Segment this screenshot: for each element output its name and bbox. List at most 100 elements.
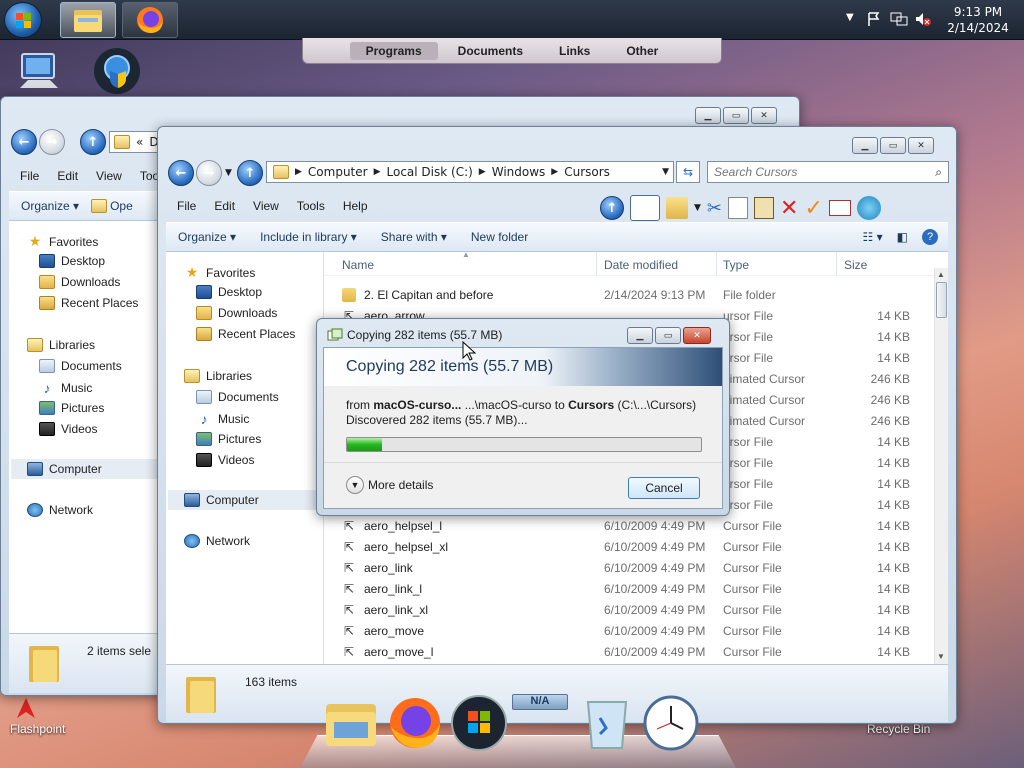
deskbar-other[interactable]: Other bbox=[610, 42, 674, 60]
taskbar-firefox-button[interactable] bbox=[122, 2, 178, 38]
nav-desktop[interactable]: Desktop bbox=[196, 285, 262, 299]
menu-file[interactable]: File bbox=[168, 199, 205, 213]
back-nav-recent[interactable]: Recent Places bbox=[39, 296, 138, 310]
menu-edit[interactable]: Edit bbox=[205, 199, 244, 213]
start-button[interactable] bbox=[4, 2, 42, 38]
cancel-button[interactable]: Cancel bbox=[628, 477, 700, 499]
dock-recycle-bin-icon[interactable] bbox=[578, 694, 636, 752]
menu-help[interactable]: Help bbox=[334, 199, 377, 213]
scrollbar-thumb[interactable] bbox=[936, 282, 947, 318]
minimize-button[interactable]: ▁ bbox=[852, 137, 878, 154]
back-maximize-button[interactable]: ▭ bbox=[723, 107, 749, 124]
breadcrumb-computer[interactable]: Computer bbox=[308, 165, 368, 179]
dock-windows-icon[interactable] bbox=[450, 694, 508, 752]
deskbar-programs[interactable]: Programs bbox=[349, 41, 438, 60]
address-bar[interactable]: ▶ Computer ▶ Local Disk (C:) ▶ Windows ▶… bbox=[266, 161, 674, 183]
back-nav-music[interactable]: ♪ Music bbox=[39, 380, 93, 396]
paste-icon[interactable] bbox=[754, 197, 775, 219]
refresh-button[interactable]: ⇆ bbox=[676, 161, 700, 183]
action-center-flag-icon[interactable] bbox=[866, 11, 882, 27]
back-back-button[interactable]: ← bbox=[11, 129, 37, 155]
folder-options-dropdown-icon[interactable]: ▼ bbox=[694, 203, 701, 213]
close-button[interactable]: ✕ bbox=[908, 137, 934, 154]
back-nav-documents[interactable]: Documents bbox=[39, 359, 122, 373]
security-shield-desktop-icon[interactable] bbox=[92, 46, 142, 96]
dock-clock-icon[interactable] bbox=[642, 694, 700, 752]
table-row[interactable]: ⇱ aero_move 6/10/2009 4:49 PM Cursor File 14… bbox=[324, 620, 914, 641]
menu-view[interactable]: View bbox=[244, 199, 288, 213]
to-folder-link[interactable]: Cursors bbox=[568, 398, 614, 412]
up-arrow-toolbar-icon[interactable]: ↑ bbox=[600, 196, 624, 220]
back-nav-libraries[interactable]: Libraries bbox=[27, 338, 95, 352]
nav-downloads[interactable]: Downloads bbox=[196, 306, 277, 320]
taskbar-explorer-button[interactable] bbox=[60, 2, 116, 38]
dialog-minimize-button[interactable]: ▁ bbox=[627, 327, 653, 344]
nav-libraries[interactable]: Libraries bbox=[184, 369, 252, 383]
back-close-button[interactable]: ✕ bbox=[751, 107, 777, 124]
nav-documents[interactable]: Documents bbox=[196, 390, 279, 404]
table-row[interactable]: ⇱ aero_move_l 6/10/2009 4:49 PM Cursor File… bbox=[324, 641, 914, 662]
maximize-button[interactable]: ▭ bbox=[880, 137, 906, 154]
back-open-button[interactable]: Ope bbox=[110, 199, 133, 213]
dock-firefox-icon[interactable] bbox=[386, 694, 444, 752]
organize-button[interactable]: Organize ▾ bbox=[166, 230, 248, 244]
volume-muted-icon[interactable] bbox=[914, 11, 932, 27]
nav-favorites[interactable]: ★ Favorites bbox=[184, 264, 256, 281]
email-icon[interactable] bbox=[828, 200, 851, 216]
breadcrumb-local-disk[interactable]: Local Disk (C:) bbox=[387, 165, 473, 179]
deskbar-documents[interactable]: Documents bbox=[442, 42, 539, 60]
change-view-icon[interactable]: ☷ ▾ bbox=[863, 230, 883, 244]
dialog-close-button[interactable]: ✕ bbox=[683, 327, 711, 344]
back-organize-button[interactable]: Organize ▾ bbox=[9, 199, 91, 213]
address-dropdown-icon[interactable]: ▼ bbox=[662, 167, 669, 177]
table-row[interactable]: ⇱ aero_helpsel_l 6/10/2009 4:49 PM Cursor F… bbox=[324, 515, 914, 536]
breadcrumb-windows[interactable]: Windows bbox=[492, 165, 546, 179]
tray-chevron-icon[interactable]: ▼ bbox=[846, 12, 854, 23]
deskbar-links[interactable]: Links bbox=[543, 42, 606, 60]
column-divider[interactable] bbox=[596, 252, 597, 276]
nav-computer[interactable]: Computer bbox=[168, 490, 322, 510]
more-details-toggle[interactable]: ▼ More details bbox=[346, 476, 433, 494]
table-row[interactable]: ⇱ aero_link_xl 6/10/2009 4:49 PM Cursor Fil… bbox=[324, 599, 914, 620]
preview-pane-icon[interactable]: ◧ bbox=[897, 230, 908, 244]
help-icon[interactable]: ? bbox=[922, 229, 938, 245]
back-nav-downloads[interactable]: Downloads bbox=[39, 275, 120, 289]
column-divider[interactable] bbox=[836, 252, 837, 276]
back-button[interactable]: ← bbox=[168, 160, 194, 186]
column-name[interactable]: Name bbox=[342, 258, 374, 272]
nav-music[interactable]: ♪ Music bbox=[196, 411, 250, 427]
column-divider[interactable] bbox=[716, 252, 717, 276]
back-nav-computer[interactable]: Computer bbox=[11, 459, 159, 479]
dialog-maximize-button[interactable]: ▭ bbox=[655, 327, 681, 344]
nav-pictures[interactable]: Pictures bbox=[196, 432, 261, 446]
back-menu-edit[interactable]: Edit bbox=[48, 169, 87, 183]
share-with-button[interactable]: Share with ▾ bbox=[369, 230, 459, 244]
dock-na-badge[interactable]: N/A bbox=[512, 694, 568, 710]
copy-progress-dialog[interactable]: Copying 282 items (55.7 MB) ▁ ▭ ✕ Copyin… bbox=[316, 318, 730, 516]
recent-pages-chevron-icon[interactable]: ▼ bbox=[225, 168, 232, 178]
back-minimize-button[interactable]: ▁ bbox=[695, 107, 721, 124]
pane-toggle-icon[interactable] bbox=[630, 195, 660, 221]
recycle-bin-label[interactable]: Recycle Bin bbox=[867, 722, 930, 736]
network-tray-icon[interactable] bbox=[890, 11, 908, 27]
back-forward-button[interactable]: → bbox=[39, 129, 65, 155]
scroll-down-icon[interactable]: ▼ bbox=[937, 652, 945, 661]
breadcrumb-cursors[interactable]: Cursors bbox=[564, 165, 610, 179]
computer-desktop-icon[interactable] bbox=[16, 50, 62, 92]
dock-explorer-icon[interactable] bbox=[322, 694, 380, 752]
globe-icon[interactable] bbox=[856, 196, 881, 220]
nav-network[interactable]: Network bbox=[184, 534, 250, 548]
table-row[interactable]: ⇱ aero_link 6/10/2009 4:49 PM Cursor File 14… bbox=[324, 557, 914, 578]
back-menu-file[interactable]: File bbox=[11, 169, 48, 183]
copy-icon[interactable] bbox=[728, 197, 749, 219]
new-folder-button[interactable]: New folder bbox=[459, 230, 540, 244]
flashpoint-label[interactable]: Flashpoint bbox=[10, 722, 65, 736]
table-row[interactable]: 2. El Capitan and before 2/14/2024 9:13 P… bbox=[324, 284, 914, 305]
back-nav-videos[interactable]: Videos bbox=[39, 422, 97, 436]
up-button[interactable]: ↑ bbox=[237, 160, 263, 186]
folder-options-icon[interactable] bbox=[666, 197, 688, 219]
column-size[interactable]: Size bbox=[844, 258, 867, 272]
column-type[interactable]: Type bbox=[723, 258, 749, 272]
back-nav-desktop[interactable]: Desktop bbox=[39, 254, 105, 268]
column-date[interactable]: Date modified bbox=[604, 258, 678, 272]
